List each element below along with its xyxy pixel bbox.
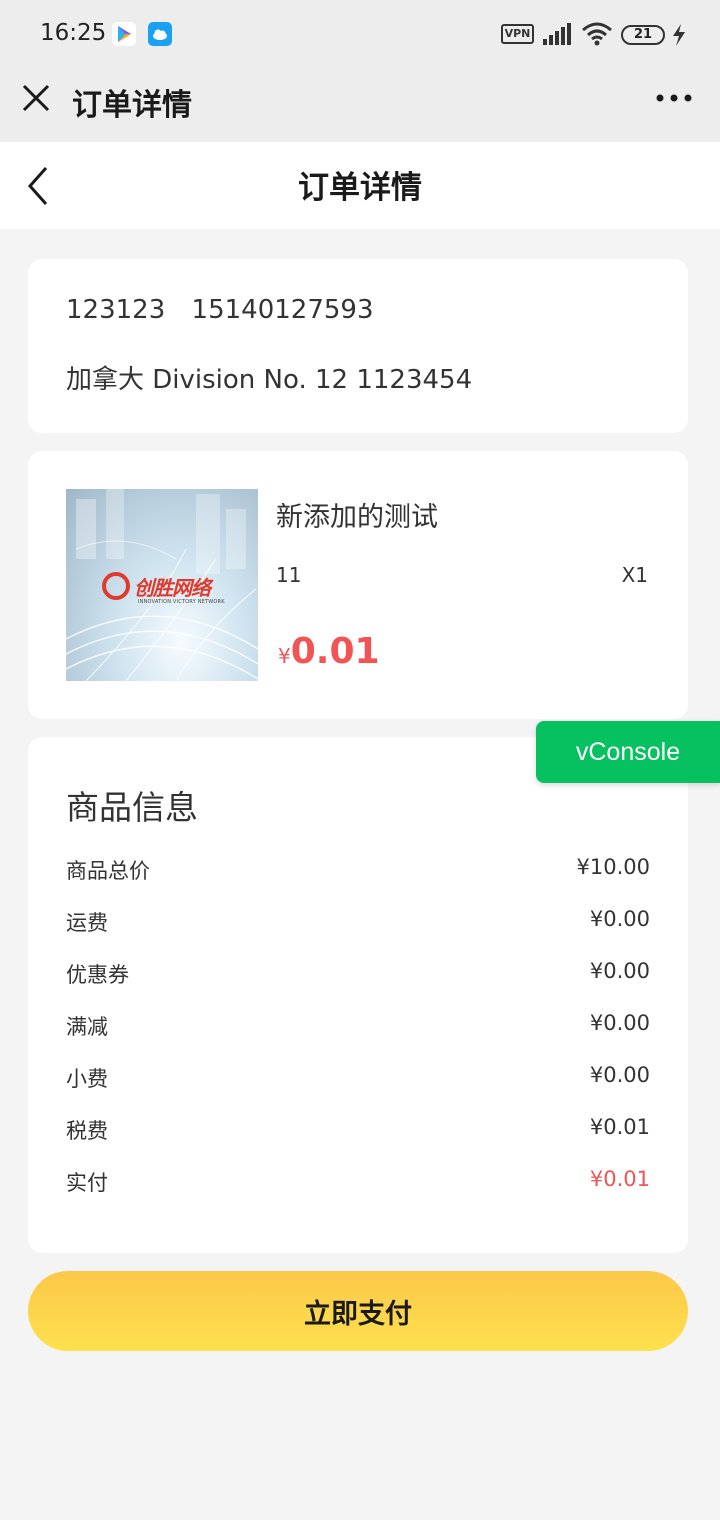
page-header: 订单详情 xyxy=(0,142,720,229)
info-row-value: ¥10.00 xyxy=(576,855,650,879)
info-row-value: ¥0.00 xyxy=(589,907,650,931)
product-price: ¥0.01 xyxy=(278,631,380,672)
battery-indicator: 21 xyxy=(621,25,665,45)
info-row-coupon: 优惠券 ¥0.00 xyxy=(66,959,650,989)
pay-now-button[interactable]: 立即支付 xyxy=(28,1271,688,1351)
info-row-label: 小费 xyxy=(66,1067,108,1091)
product-quantity: X1 xyxy=(621,563,648,587)
price-value: 0.01 xyxy=(290,631,380,672)
product-card[interactable]: 创胜网络 INNOVATION VICTORY NETWORK 新添加的测试 1… xyxy=(28,451,688,719)
signal-icon xyxy=(543,22,573,50)
close-icon[interactable] xyxy=(20,82,52,114)
info-row-label: 商品总价 xyxy=(66,859,150,883)
info-row-value: ¥0.01 xyxy=(589,1115,650,1139)
wifi-icon xyxy=(581,22,613,50)
logo-mark-icon xyxy=(102,572,130,600)
product-spec: 11 xyxy=(276,563,302,587)
info-row-value: ¥0.00 xyxy=(589,1011,650,1035)
address-card[interactable]: 123123 15140127593 加拿大 Division No. 12 1… xyxy=(28,259,688,433)
info-row-subtotal: 商品总价 ¥10.00 xyxy=(66,855,650,885)
order-info-card: 商品信息 商品总价 ¥10.00 运费 ¥0.00 优惠券 ¥0.00 满减 ¥… xyxy=(28,737,688,1253)
vpn-badge: VPN xyxy=(501,24,534,44)
wechat-title-bar: 订单详情 xyxy=(0,70,720,142)
play-store-icon xyxy=(112,22,136,46)
info-row-value: ¥0.00 xyxy=(589,1063,650,1087)
info-row-label: 优惠券 xyxy=(66,963,129,987)
recipient-line: 123123 15140127593 xyxy=(66,295,392,325)
info-row-label: 税费 xyxy=(66,1119,108,1143)
info-row-label: 实付 xyxy=(66,1171,108,1195)
info-row-discount: 满减 ¥0.00 xyxy=(66,1011,650,1041)
vconsole-button[interactable]: vConsole xyxy=(536,721,720,783)
cloud-app-icon xyxy=(148,22,172,46)
wechat-title: 订单详情 xyxy=(72,88,192,123)
status-time: 16:25 xyxy=(40,20,107,46)
more-dots-icon[interactable] xyxy=(654,84,694,112)
info-heading: 商品信息 xyxy=(66,788,198,827)
product-logo: 创胜网络 xyxy=(102,569,211,603)
info-row-label: 运费 xyxy=(66,911,108,935)
product-name: 新添加的测试 xyxy=(276,502,438,533)
recipient-address: 加拿大 Division No. 12 1123454 xyxy=(66,365,473,395)
product-image: 创胜网络 INNOVATION VICTORY NETWORK xyxy=(66,489,258,681)
status-bar: 16:25 VPN 21 xyxy=(0,0,720,70)
info-row-tip: 小费 ¥0.00 xyxy=(66,1063,650,1093)
info-row-value: ¥0.01 xyxy=(589,1167,650,1191)
info-row-total-paid: 实付 ¥0.01 xyxy=(66,1167,650,1197)
page-title: 订单详情 xyxy=(298,170,422,206)
info-row-tax: 税费 ¥0.01 xyxy=(66,1115,650,1145)
charging-icon xyxy=(671,23,687,51)
info-row-value: ¥0.00 xyxy=(589,959,650,983)
info-row-shipping: 运费 ¥0.00 xyxy=(66,907,650,937)
info-row-label: 满减 xyxy=(66,1015,108,1039)
logo-text: 创胜网络 xyxy=(134,575,211,600)
currency-symbol: ¥ xyxy=(278,644,291,668)
recipient-phone: 15140127593 xyxy=(191,295,374,325)
recipient-name: 123123 xyxy=(66,295,166,325)
logo-subtext: INNOVATION VICTORY NETWORK xyxy=(138,599,225,605)
